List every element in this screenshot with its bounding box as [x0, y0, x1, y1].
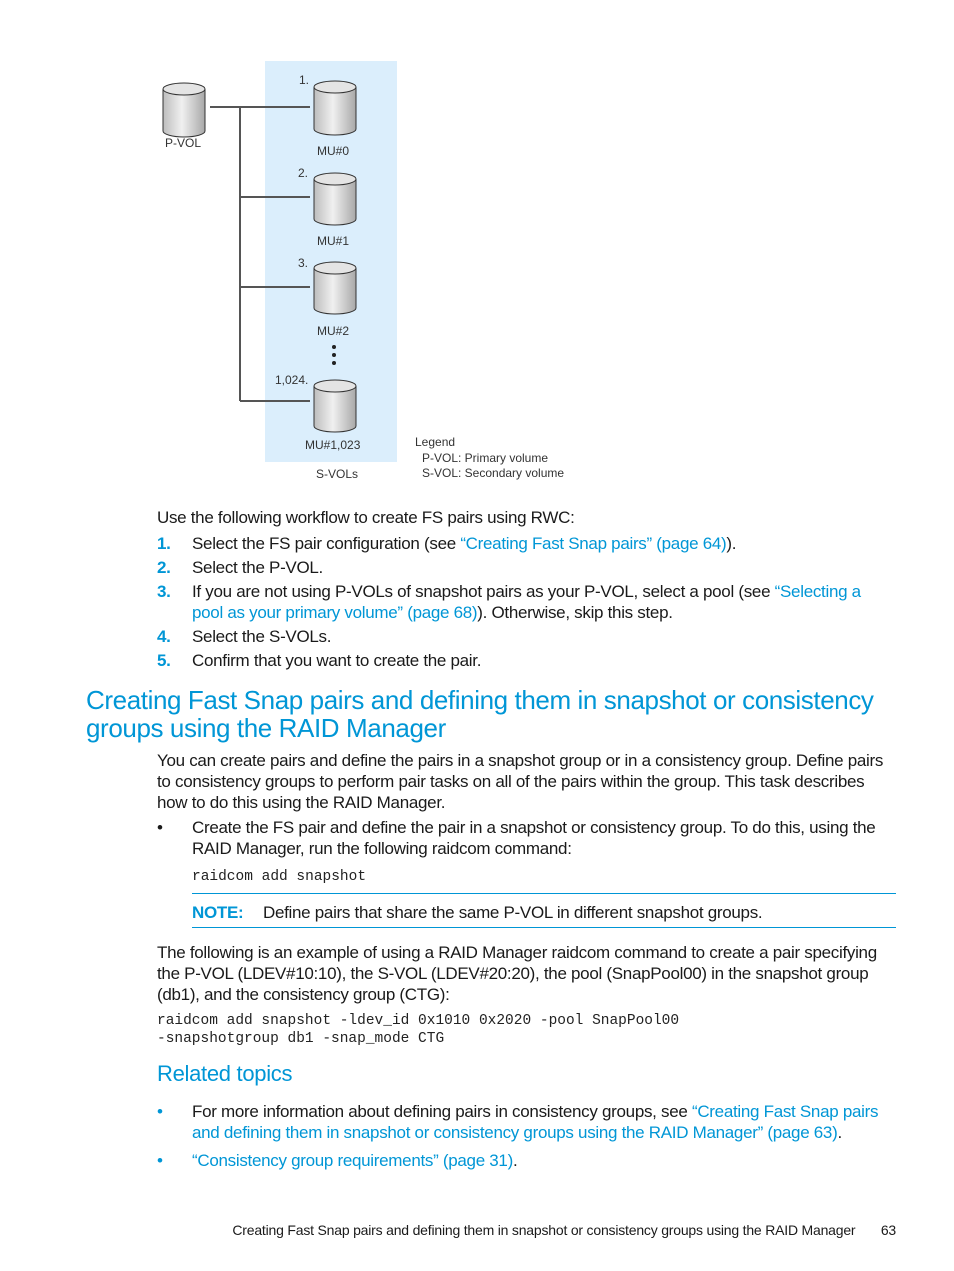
example-paragraph: The following is an example of using a R…: [157, 943, 877, 1004]
related-item: For more information about defining pair…: [192, 1101, 902, 1143]
pvol-label: P-VOL: [165, 136, 202, 150]
command-code: raidcom add snapshot: [192, 869, 367, 885]
step-number: 3.: [157, 582, 171, 601]
related-link[interactable]: “Consistency group requirements” (page 3…: [192, 1151, 513, 1170]
step-number: 1.: [157, 534, 171, 553]
svol-label: MU#1,023: [305, 438, 361, 452]
page-number: 63: [880, 1222, 896, 1238]
step-number: 5.: [157, 651, 171, 670]
bullet-icon: •: [157, 1102, 163, 1121]
running-title: Creating Fast Snap pairs and defining th…: [232, 1222, 856, 1238]
svol-index: 1,024.: [275, 373, 309, 387]
page-footer: Creating Fast Snap pairs and defining th…: [232, 1222, 896, 1238]
svols-caption: S-VOLs: [316, 467, 359, 481]
note-text: Define pairs that share the same P-VOL i…: [263, 903, 763, 922]
svol-cylinder-icon: [313, 80, 357, 136]
workflow-intro: Use the following workflow to create FS …: [157, 508, 575, 527]
legend-title: Legend: [415, 435, 456, 449]
svol-cylinder-icon: [313, 172, 357, 226]
step-text-after: ).: [726, 534, 737, 553]
svol-index: 3.: [298, 256, 309, 270]
step-text: Confirm that you want to create the pair…: [192, 651, 482, 670]
related-text: For more information about defining pair…: [192, 1102, 692, 1121]
svol-cylinder-icon: [313, 379, 357, 433]
note-top-rule: [192, 893, 896, 894]
related-topics-heading: Related topics: [157, 1061, 293, 1086]
section-paragraph: You can create pairs and define the pair…: [157, 751, 884, 812]
svol-label: MU#0: [317, 144, 350, 158]
step-number: 4.: [157, 627, 171, 646]
note-bottom-rule: [192, 927, 896, 928]
example-command-line: raidcom add snapshot -ldev_id 0x1010 0x2…: [157, 1013, 680, 1029]
bullet-text: Create the FS pair and define the pair i…: [192, 818, 876, 858]
svol-index: 2.: [298, 166, 309, 180]
legend-item: P-VOL: Primary volume: [422, 451, 549, 465]
step-text: If you are not using P-VOLs of snapshot …: [192, 582, 775, 601]
vertical-ellipsis-icon: [332, 345, 336, 365]
related-text-after: .: [837, 1123, 842, 1142]
svol-cylinder-icon: [313, 261, 357, 315]
step-text: Select the P-VOL.: [192, 558, 323, 577]
bullet-icon: •: [157, 818, 163, 837]
svol-label: MU#2: [317, 324, 350, 338]
related-text-after: .: [512, 1151, 518, 1170]
related-item: “Consistency group requirements” (page 3…: [192, 1150, 892, 1171]
step-text-after: ). Otherwise, skip this step.: [477, 603, 673, 622]
step-text: Select the S-VOLs.: [192, 627, 332, 646]
svol-label: MU#1: [317, 234, 350, 248]
bullet-icon: •: [157, 1151, 163, 1170]
legend-item: S-VOL: Secondary volume: [422, 466, 565, 480]
diagram-graphic: [162, 61, 397, 462]
section-heading: Creating Fast Snap pairs and defining th…: [86, 685, 874, 743]
example-command-line: -snapshotgroup db1 -snap_mode CTG: [157, 1031, 445, 1047]
step-number: 2.: [157, 558, 171, 577]
pvol-svol-diagram: P-VOL 1. MU#0 2. MU#1 3. MU#2 1,024. MU#…: [150, 55, 590, 495]
svol-index: 1.: [299, 73, 310, 87]
note-label-text: NOTE:: [192, 903, 244, 922]
step-text: Select the FS pair configuration (see: [192, 534, 461, 553]
note-label: NOTE:: [192, 902, 244, 923]
pvol-cylinder-icon: [162, 82, 206, 138]
step-link[interactable]: “Creating Fast Snap pairs” (page 64): [460, 534, 726, 553]
